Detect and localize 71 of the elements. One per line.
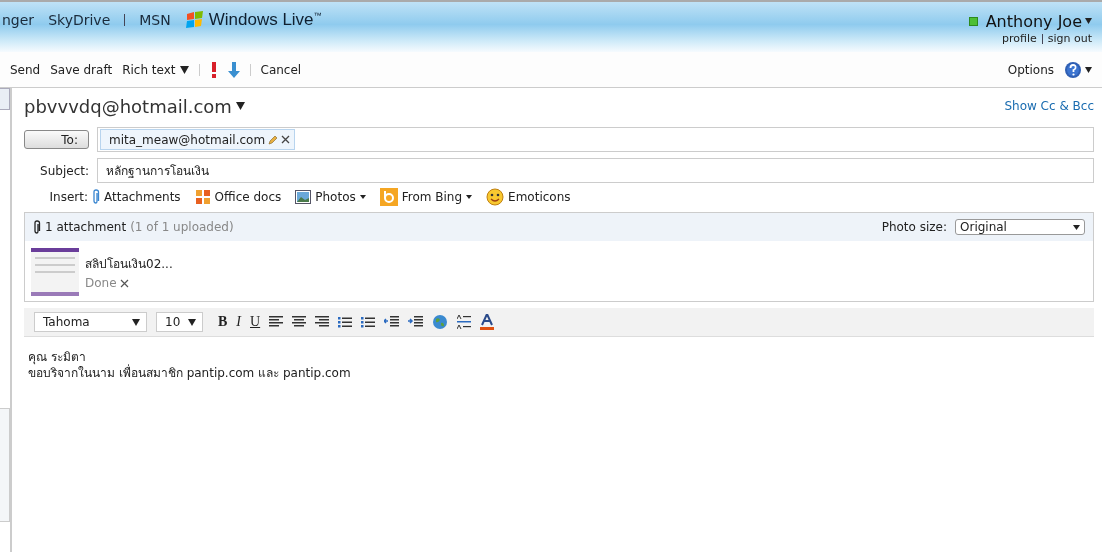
align-left-icon[interactable]	[269, 316, 284, 328]
numbered-list-icon[interactable]	[338, 316, 353, 328]
attachment-count: 1 attachment	[45, 220, 127, 234]
down-arrow-icon[interactable]	[227, 61, 240, 78]
recipient-chip[interactable]: mita_meaw@hotmail.com	[100, 129, 296, 150]
font-color-icon[interactable]	[480, 314, 495, 330]
bing-icon	[379, 188, 398, 206]
globe-link-icon[interactable]	[432, 314, 449, 330]
subject-label: Subject:	[39, 163, 89, 178]
insert-button[interactable]: Photos	[315, 190, 356, 204]
insert-button[interactable]: Attachments	[104, 190, 181, 204]
account-link[interactable]: profile	[1002, 32, 1037, 45]
toolbar-button[interactable]: Send	[10, 62, 41, 77]
subject-field[interactable]: หลักฐานการโอนเงิน	[97, 158, 1094, 183]
paperclip-icon	[33, 219, 41, 235]
body-text-line: ขอบริจากในนาม เพื่อนสมาชิก pantip.com และ pantip.com	[28, 365, 352, 381]
nav-link[interactable]: SkyDrive	[48, 12, 111, 28]
caret-icon[interactable]	[1085, 18, 1092, 24]
sender-address-menu[interactable]: pbvvvdq@hotmail.com	[24, 95, 232, 117]
paperclip-icon	[92, 189, 100, 205]
align-center-icon[interactable]	[292, 316, 307, 328]
align-right-icon[interactable]	[315, 316, 330, 328]
indent-icon[interactable]	[408, 316, 424, 328]
insert-label: Insert:	[48, 190, 88, 204]
toolbar-button[interactable]: Save draft	[50, 62, 113, 77]
account-link[interactable]: sign out	[1047, 32, 1092, 45]
smiley-icon	[486, 188, 505, 206]
recipient-field[interactable]: mita_meaw@hotmail.com	[97, 127, 1094, 152]
options-button[interactable]: Options	[1007, 62, 1054, 77]
bold-button[interactable]: B	[218, 314, 228, 330]
caret-icon[interactable]	[235, 102, 245, 110]
office-icon	[194, 189, 211, 205]
photo-size-label: Photo size:	[881, 220, 947, 234]
body-text-line: คุณ ระมิตา	[28, 349, 87, 365]
underline-button[interactable]: U	[250, 314, 261, 330]
insert-button[interactable]: Emoticons	[508, 190, 571, 204]
outdent-icon[interactable]	[384, 316, 400, 328]
caret-icon[interactable]	[359, 195, 366, 199]
nav-link[interactable]: MSN	[139, 12, 171, 28]
caret-icon[interactable]	[1073, 224, 1080, 230]
italic-button[interactable]: I	[236, 314, 241, 330]
side-panel	[0, 88, 10, 110]
upload-status: (1 of 1 uploaded)	[130, 220, 234, 234]
caret-icon[interactable]	[132, 318, 140, 326]
upload-state: Done	[85, 276, 117, 290]
close-icon[interactable]	[281, 135, 291, 144]
insert-button[interactable]: Office docs	[214, 190, 282, 204]
flag-logo-icon	[184, 11, 205, 29]
line-spacing-icon[interactable]	[457, 314, 472, 330]
user-name-menu[interactable]: Anthony Joe	[985, 11, 1082, 31]
caret-icon[interactable]	[179, 65, 189, 74]
toolbar-menu-button[interactable]: Rich text	[122, 62, 176, 77]
toolbar-button[interactable]: Cancel	[260, 62, 302, 77]
insert-button[interactable]: From Bing	[401, 190, 463, 204]
message-body[interactable]: คุณ ระมิตา ขอบริจากในนาม เพื่อนสมาชิก pantip.com และ pantip.com	[24, 337, 1094, 552]
photo-icon	[295, 190, 312, 204]
caret-icon[interactable]	[466, 195, 473, 199]
bulleted-list-icon[interactable]	[361, 316, 376, 328]
help-icon[interactable]	[1064, 60, 1092, 79]
size-dropdown[interactable]: 10	[156, 312, 203, 332]
exclamation-icon[interactable]	[209, 61, 218, 78]
to-button[interactable]: To:	[24, 130, 89, 149]
font-dropdown[interactable]: Tahoma	[34, 312, 147, 332]
photo-size-dropdown[interactable]: Original	[955, 219, 1085, 235]
brand-name: Windows Live$^{™}$	[208, 10, 322, 30]
file-name: สลิปโอนเงิน02...	[85, 256, 173, 273]
nav-link[interactable]: nger	[2, 12, 35, 28]
close-icon[interactable]	[119, 278, 129, 288]
caret-icon[interactable]	[188, 318, 196, 326]
show-cc-bcc-link[interactable]: Show Cc & Bcc	[1004, 99, 1094, 113]
screenshot-thumbnail	[31, 248, 79, 296]
